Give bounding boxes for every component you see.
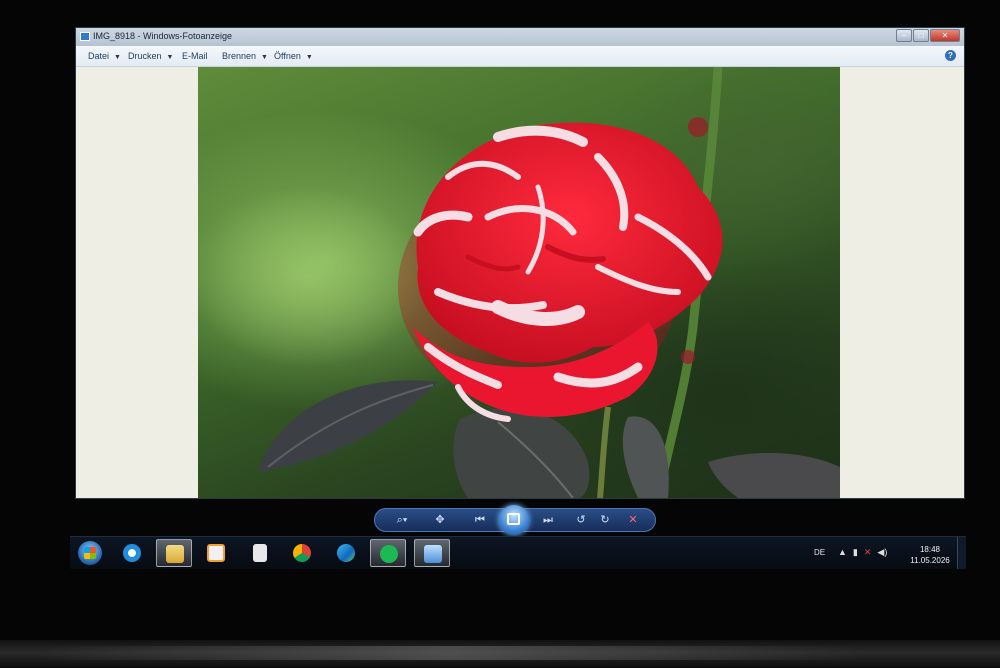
delete-icon: ✕	[628, 514, 638, 526]
start-button[interactable]	[78, 541, 102, 565]
menu-oeffnen[interactable]: Öffnen ▼	[274, 51, 313, 61]
zoom-button[interactable]: ⌕▾	[390, 512, 414, 528]
window-controls: – □ ✕	[895, 29, 960, 43]
internet-explorer-icon	[123, 544, 141, 562]
chevron-down-icon: ▼	[114, 54, 121, 61]
chevron-down-icon: ▼	[166, 54, 174, 61]
rotate-ccw-button[interactable]: ↺	[572, 512, 590, 528]
bezel-reflection	[40, 646, 860, 660]
chevron-down-icon: ▼	[261, 54, 268, 61]
chevron-down-icon: ▼	[305, 54, 313, 61]
system-tray: ▲ ▮ ✕ ◀)	[838, 547, 893, 558]
zoom-icon: ⌕▾	[396, 514, 408, 526]
close-icon: ✕	[941, 31, 949, 40]
clock-date: 11.05.2026	[910, 556, 950, 565]
folder-icon	[166, 545, 184, 563]
actual-size-button[interactable]: ✥	[430, 512, 450, 528]
viewer-toolbar: ⌕▾ ✥ ⏮ ⏭ ↺ ↻ ✕	[374, 505, 656, 535]
menu-bar: Datei ▼ Drucken ▼ E-Mail Brennen ▼ Öffnen ▼ …	[76, 46, 964, 67]
window-title: IMG_8918 - Windows-Fotoanzeige	[93, 31, 233, 41]
menu-brennen[interactable]: Brennen ▼	[222, 51, 268, 61]
show-desktop-button[interactable]	[957, 537, 966, 569]
battery-icon[interactable]: ▮	[853, 547, 858, 557]
menu-drucken[interactable]: Drucken ▼	[128, 51, 173, 61]
chrome-icon	[293, 544, 311, 562]
menu-label: Datei	[88, 51, 110, 61]
edge-icon	[337, 544, 355, 562]
rotate-cw-icon: ↻	[600, 514, 610, 526]
volume-icon[interactable]: ◀)	[877, 547, 887, 557]
close-button[interactable]: ✕	[930, 29, 960, 42]
taskbar-spotify[interactable]	[370, 539, 406, 567]
clock[interactable]: 18:48 11.05.2026	[902, 544, 958, 566]
media-player-icon	[207, 544, 225, 562]
slideshow-icon	[507, 513, 520, 525]
image-viewport	[76, 67, 964, 498]
actual-size-icon: ✥	[435, 514, 445, 526]
slideshow-button[interactable]	[499, 505, 529, 535]
taskbar-document[interactable]	[242, 539, 278, 567]
minimize-button[interactable]: –	[896, 29, 912, 42]
clock-time: 18:48	[919, 545, 941, 554]
document-icon	[253, 544, 267, 562]
maximize-button[interactable]: □	[913, 29, 929, 42]
help-icon[interactable]: ?	[945, 50, 956, 61]
photo-viewer-window: IMG_8918 - Windows-Fotoanzeige – □ ✕ Dat…	[76, 28, 964, 498]
taskbar-file-explorer[interactable]	[156, 539, 192, 567]
previous-button[interactable]: ⏮	[466, 512, 494, 528]
photo-viewer-app-icon	[80, 32, 90, 41]
previous-icon: ⏮	[475, 514, 485, 526]
menu-label: Brennen	[222, 51, 257, 61]
next-button[interactable]: ⏭	[534, 512, 562, 528]
rotate-cw-button[interactable]: ↻	[596, 512, 614, 528]
photo-viewer-icon	[424, 545, 442, 563]
rose-illustration	[198, 67, 840, 498]
next-icon: ⏭	[543, 514, 553, 526]
title-bar[interactable]: IMG_8918 - Windows-Fotoanzeige – □ ✕	[76, 28, 964, 46]
language-indicator[interactable]: DE	[814, 548, 825, 557]
menu-e-mail[interactable]: E-Mail	[182, 51, 208, 61]
windows-logo-icon	[84, 547, 96, 559]
taskbar-internet-explorer[interactable]	[114, 539, 150, 567]
taskbar-media-player[interactable]	[198, 539, 234, 567]
taskbar: DE ▲ ▮ ✕ ◀) 18:48 11.05.2026	[70, 536, 966, 569]
menu-datei[interactable]: Datei ▼	[88, 51, 121, 61]
menu-label: E-Mail	[182, 51, 208, 61]
rose-photo	[198, 67, 840, 498]
taskbar-chrome[interactable]	[284, 539, 320, 567]
menu-label: Öffnen	[274, 51, 301, 61]
rotate-ccw-icon: ↺	[576, 514, 586, 526]
minimize-icon: –	[901, 31, 907, 40]
network-icon[interactable]: ✕	[864, 547, 872, 557]
taskbar-photo-viewer[interactable]	[414, 539, 450, 567]
maximize-icon: □	[918, 31, 924, 40]
delete-button[interactable]: ✕	[624, 512, 642, 528]
taskbar-edge[interactable]	[328, 539, 364, 567]
spotify-icon	[380, 545, 398, 563]
show-hidden-icons-icon[interactable]: ▲	[838, 547, 847, 557]
menu-label: Drucken	[128, 51, 162, 61]
